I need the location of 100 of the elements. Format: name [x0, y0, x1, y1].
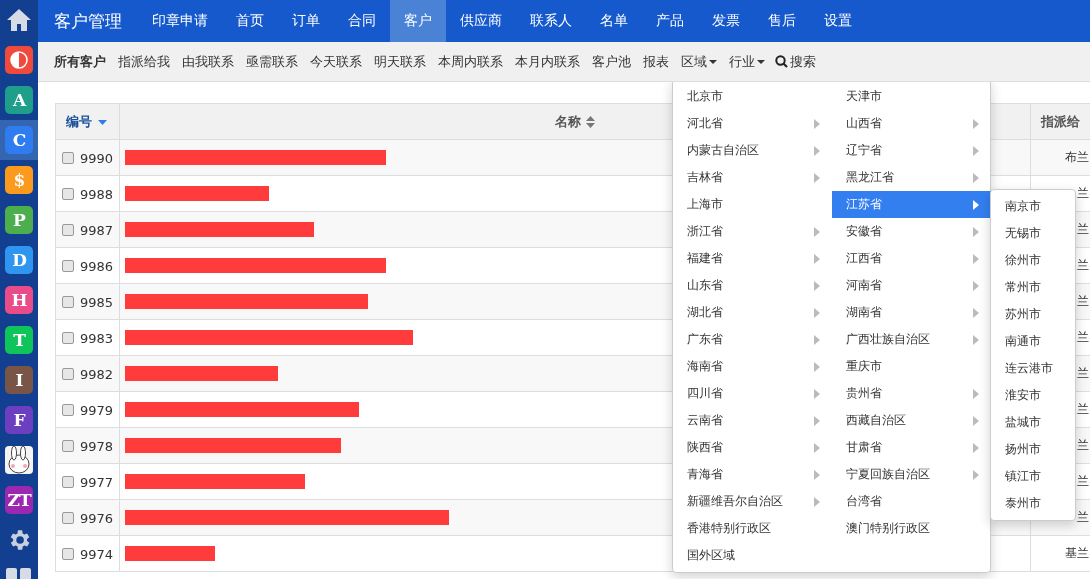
filter-link[interactable]: 明天联系 [374, 52, 426, 71]
row-checkbox[interactable] [62, 368, 74, 380]
region-menu-item[interactable]: 黑龙江省 [832, 164, 991, 191]
region-menu-item[interactable]: 广西壮族自治区 [832, 326, 991, 353]
app-tile[interactable] [5, 46, 33, 74]
row-checkbox[interactable] [62, 152, 74, 164]
row-checkbox[interactable] [62, 512, 74, 524]
selected-slot[interactable]: C [0, 120, 38, 160]
region-menu-item[interactable]: 湖南省 [832, 299, 991, 326]
region-menu-item[interactable]: 浙江省 [673, 218, 832, 245]
row-checkbox[interactable] [62, 548, 74, 560]
region-menu-item[interactable]: 安徽省 [832, 218, 991, 245]
search-link[interactable]: 搜索 [775, 52, 816, 71]
row-checkbox[interactable] [62, 224, 74, 236]
region-menu-item[interactable]: 四川省 [673, 380, 832, 407]
chevron-right-icon [814, 253, 820, 264]
region-menu-item[interactable]: 广东省 [673, 326, 832, 353]
region-menu-item[interactable]: 西藏自治区 [832, 407, 991, 434]
grid-icon[interactable] [6, 566, 32, 579]
row-checkbox[interactable] [62, 440, 74, 452]
nav-tab[interactable]: 设置 [810, 0, 866, 42]
nav-tab[interactable]: 名单 [586, 0, 642, 42]
region-menu-item[interactable]: 甘肃省 [832, 434, 991, 461]
id-cell: 9974 [55, 535, 120, 572]
app-tile[interactable]: H [5, 286, 33, 314]
region-menu-item[interactable]: 江苏省 [832, 191, 991, 218]
region-menu-item[interactable]: 澳门特别行政区 [832, 515, 991, 542]
column-header[interactable]: 指派给 [1030, 103, 1090, 140]
region-menu-item[interactable]: 内蒙古自治区 [673, 137, 832, 164]
region-menu-item[interactable]: 山东省 [673, 272, 832, 299]
region-menu-item[interactable]: 辽宁省 [832, 137, 991, 164]
region-menu-item[interactable]: 贵州省 [832, 380, 991, 407]
nav-tab[interactable]: 供应商 [446, 0, 516, 42]
region-menu-item[interactable]: 福建省 [673, 245, 832, 272]
dropdown-link[interactable]: 行业 [729, 52, 765, 71]
filter-link[interactable]: 指派给我 [118, 52, 170, 71]
chevron-right-icon [814, 361, 820, 372]
row-checkbox[interactable] [62, 188, 74, 200]
region-menu-item[interactable]: 国外区域 [673, 542, 832, 569]
filter-link[interactable]: 报表 [643, 52, 669, 71]
chevron-right-icon [973, 469, 979, 480]
chevron-right-icon [814, 307, 820, 318]
row-checkbox[interactable] [62, 404, 74, 416]
home-icon[interactable] [6, 8, 32, 32]
region-menu-item[interactable]: 河北省 [673, 110, 832, 137]
id-cell: 9979 [55, 391, 120, 428]
chevron-right-icon [973, 280, 979, 291]
nav-tab[interactable]: 产品 [642, 0, 698, 42]
id-cell: 9978 [55, 427, 120, 464]
column-header[interactable]: 编号 [55, 103, 120, 140]
nav-tab[interactable]: 订单 [278, 0, 334, 42]
app-tile[interactable]: I [5, 366, 33, 394]
region-menu-item[interactable]: 香港特别行政区 [673, 515, 832, 542]
filter-link[interactable]: 亟需联系 [246, 52, 298, 71]
id-cell: 9976 [55, 499, 120, 536]
app-tile[interactable]: C [5, 126, 33, 154]
filter-link[interactable]: 本周内联系 [438, 52, 503, 71]
nav-tab[interactable]: 印章申请 [138, 0, 222, 42]
chevron-right-icon [973, 172, 979, 183]
chevron-right-icon [973, 415, 979, 426]
chevron-right-icon [814, 172, 820, 183]
region-menu-item[interactable]: 重庆市 [832, 353, 991, 380]
nav-tab[interactable]: 首页 [222, 0, 278, 42]
region-menu-item[interactable]: 青海省 [673, 461, 832, 488]
row-checkbox[interactable] [62, 332, 74, 344]
chevron-right-icon [814, 226, 820, 237]
region-menu-item[interactable]: 山西省 [832, 110, 991, 137]
dropdown-link[interactable]: 区域 [681, 52, 717, 71]
chevron-right-icon [973, 118, 979, 129]
filter-link[interactable]: 本月内联系 [515, 52, 580, 71]
caret-icon [709, 59, 717, 64]
id-cell: 9987 [55, 211, 120, 248]
nav-tab[interactable]: 联系人 [516, 0, 586, 42]
app-tile[interactable]: F [5, 406, 33, 434]
chevron-right-icon [814, 442, 820, 453]
filter-link[interactable]: 客户池 [592, 52, 631, 71]
region-menu-item[interactable]: 陕西省 [673, 434, 832, 461]
nav-tab[interactable]: 客户 [390, 0, 446, 42]
region-menu-item[interactable]: 上海市 [673, 191, 832, 218]
region-menu-item[interactable]: 台湾省 [832, 488, 991, 515]
filter-link[interactable]: 由我联系 [182, 52, 234, 71]
id-cell: 9986 [55, 247, 120, 284]
row-checkbox[interactable] [62, 476, 74, 488]
region-menu-item[interactable]: 湖北省 [673, 299, 832, 326]
nav-tab[interactable]: 售后 [754, 0, 810, 42]
nav-tab[interactable]: 合同 [334, 0, 390, 42]
region-menu-item[interactable]: 江西省 [832, 245, 991, 272]
filter-link[interactable]: 今天联系 [310, 52, 362, 71]
region-menu-item[interactable]: 海南省 [673, 353, 832, 380]
region-menu-item[interactable]: 吉林省 [673, 164, 832, 191]
region-menu-item[interactable]: 宁夏回族自治区 [832, 461, 991, 488]
row-checkbox[interactable] [62, 260, 74, 272]
filter-link[interactable]: 所有客户 [54, 52, 106, 71]
region-menu-item[interactable]: 河南省 [832, 272, 991, 299]
row-checkbox[interactable] [62, 296, 74, 308]
region-menu-item[interactable]: 新疆维吾尔自治区 [673, 488, 832, 515]
chevron-right-icon [814, 388, 820, 399]
app-tile[interactable]: ZT [5, 486, 33, 514]
region-menu-item[interactable]: 云南省 [673, 407, 832, 434]
nav-tab[interactable]: 发票 [698, 0, 754, 42]
